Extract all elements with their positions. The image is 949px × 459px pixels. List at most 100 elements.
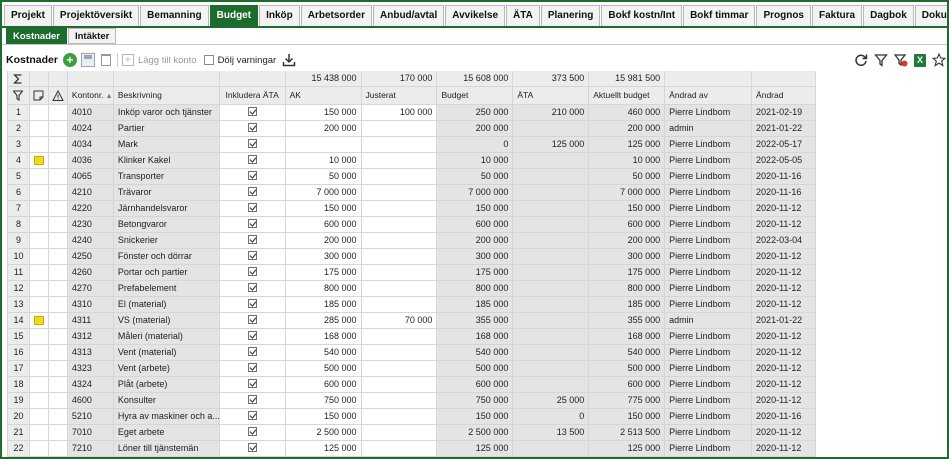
note-cell[interactable] (29, 153, 49, 169)
note-icon[interactable] (33, 156, 44, 165)
cell-konto[interactable]: 7010 (67, 425, 114, 441)
cell-beskrivning[interactable]: Hyra av maskiner och a... (113, 409, 220, 425)
cell-budget[interactable]: 7 000 000 (437, 185, 514, 201)
cell-justerat[interactable] (361, 169, 438, 185)
cell-andrad[interactable]: 2020-11-12 (752, 425, 816, 441)
cell-inkludera-ata[interactable] (219, 393, 286, 409)
cell-beskrivning[interactable]: Snickerier (113, 233, 220, 249)
cell-ata[interactable] (513, 345, 590, 361)
note-cell[interactable] (29, 393, 49, 409)
table-row[interactable]: 6 4210 Trävaror 7 000 000 7 000 000 7 000 000… (8, 185, 816, 201)
col-ata[interactable]: ÄTA (513, 87, 590, 105)
cell-aktuellt-budget[interactable]: 7 000 000 (589, 185, 666, 201)
cell-aktuellt-budget[interactable]: 800 000 (589, 281, 666, 297)
cell-justerat[interactable] (361, 121, 438, 137)
cell-budget[interactable]: 50 000 (437, 169, 514, 185)
cell-ak[interactable]: 285 000 (285, 313, 362, 329)
include-ata-checkbox[interactable] (247, 187, 257, 197)
cell-justerat[interactable] (361, 377, 438, 393)
cell-ak[interactable]: 150 000 (285, 201, 362, 217)
include-ata-checkbox[interactable] (247, 347, 257, 357)
cell-budget[interactable]: 125 000 (437, 441, 514, 457)
table-row[interactable]: 8 4230 Betongvaror 600 000 600 000 600 000 Pie… (8, 217, 816, 233)
cell-andrad[interactable]: 2020-11-12 (752, 361, 816, 377)
download-icon[interactable] (282, 53, 296, 67)
cell-andrad[interactable]: 2020-11-12 (752, 377, 816, 393)
cell-andrad[interactable]: 2020-11-12 (752, 329, 816, 345)
cell-budget[interactable]: 0 (437, 137, 514, 153)
include-ata-checkbox[interactable] (247, 427, 257, 437)
tab-anbud-avtal[interactable]: Anbud/avtal (373, 5, 445, 26)
subtab-kostnader[interactable]: Kostnader (6, 28, 67, 44)
cell-ak[interactable]: 600 000 (285, 377, 362, 393)
cell-inkludera-ata[interactable] (219, 409, 286, 425)
note-cell[interactable] (29, 297, 49, 313)
note-icon[interactable] (33, 316, 44, 325)
cell-inkludera-ata[interactable] (219, 185, 286, 201)
tab-avvikelse[interactable]: Avvikelse (445, 5, 506, 26)
cell-andrad-av[interactable]: Pierre Lindbom (665, 137, 753, 153)
cell-konto[interactable]: 4310 (67, 297, 114, 313)
note-cell[interactable] (29, 409, 49, 425)
cell-inkludera-ata[interactable] (219, 329, 286, 345)
cell-andrad[interactable]: 2020-11-12 (752, 345, 816, 361)
cell-ak[interactable]: 600 000 (285, 217, 362, 233)
cell-ak[interactable]: 150 000 (285, 409, 362, 425)
cell-ata[interactable] (513, 201, 590, 217)
include-ata-checkbox[interactable] (247, 443, 257, 453)
cell-ak[interactable]: 185 000 (285, 297, 362, 313)
cell-beskrivning[interactable]: Transporter (113, 169, 220, 185)
include-ata-checkbox[interactable] (247, 155, 257, 165)
cell-aktuellt-budget[interactable]: 150 000 (589, 201, 666, 217)
trash-icon[interactable] (100, 54, 111, 66)
cell-konto[interactable]: 4230 (67, 217, 114, 233)
save-icon[interactable] (80, 53, 95, 67)
cell-ata[interactable] (513, 377, 590, 393)
cell-beskrivning[interactable]: VS (material) (113, 313, 220, 329)
cell-budget[interactable]: 150 000 (437, 201, 514, 217)
cell-inkludera-ata[interactable] (219, 377, 286, 393)
table-row[interactable]: 15 4312 Måleri (material) 168 000 168 000 168… (8, 329, 816, 345)
table-row[interactable]: 16 4313 Vent (material) 540 000 540 000 540 0… (8, 345, 816, 361)
cell-justerat[interactable] (361, 345, 438, 361)
note-cell[interactable] (29, 185, 49, 201)
cell-aktuellt-budget[interactable]: 10 000 (589, 153, 666, 169)
note-cell[interactable] (29, 121, 49, 137)
cell-ata[interactable] (513, 217, 590, 233)
cell-budget[interactable]: 2 500 000 (437, 425, 514, 441)
include-ata-checkbox[interactable] (247, 411, 257, 421)
cell-konto[interactable]: 4311 (67, 313, 114, 329)
hide-warnings-checkbox[interactable] (203, 55, 214, 65)
cell-ak[interactable]: 10 000 (285, 153, 362, 169)
cell-inkludera-ata[interactable] (219, 137, 286, 153)
cell-budget[interactable]: 300 000 (437, 249, 514, 265)
cell-justerat[interactable]: 70 000 (361, 313, 438, 329)
cell-ata[interactable] (513, 249, 590, 265)
cell-inkludera-ata[interactable] (219, 217, 286, 233)
include-ata-checkbox[interactable] (247, 123, 257, 133)
tab-bemanning[interactable]: Bemanning (140, 5, 209, 26)
table-row[interactable]: 13 4310 El (material) 185 000 185 000 185 000… (8, 297, 816, 313)
filter-icon[interactable] (874, 53, 888, 67)
cell-konto[interactable]: 4250 (67, 249, 114, 265)
cell-beskrivning[interactable]: Fönster och dörrar (113, 249, 220, 265)
cell-aktuellt-budget[interactable]: 175 000 (589, 265, 666, 281)
cell-justerat[interactable] (361, 297, 438, 313)
col-andrad[interactable]: Ändrad (752, 87, 816, 105)
cell-inkludera-ata[interactable] (219, 201, 286, 217)
tab-planering[interactable]: Planering (540, 5, 601, 26)
cell-andrad-av[interactable]: Pierre Lindbom (665, 361, 753, 377)
col-konto[interactable]: Kontonr. ▲ (67, 87, 114, 105)
cell-inkludera-ata[interactable] (219, 233, 286, 249)
star-icon[interactable] (931, 52, 947, 67)
cell-ak[interactable]: 2 500 000 (285, 425, 362, 441)
cell-inkludera-ata[interactable] (219, 105, 286, 121)
table-row[interactable]: 3 4034 Mark 0 125 000 125 000 Pierre Lindbom 20… (8, 137, 816, 153)
cell-justerat[interactable] (361, 233, 438, 249)
note-cell[interactable] (29, 425, 49, 441)
filter-icon[interactable] (8, 87, 30, 105)
tab-äta[interactable]: ÄTA (506, 5, 540, 26)
cell-beskrivning[interactable]: Inköp varor och tjänster (113, 105, 220, 121)
cell-andrad-av[interactable]: Pierre Lindbom (665, 409, 753, 425)
cell-andrad-av[interactable]: Pierre Lindbom (665, 105, 753, 121)
